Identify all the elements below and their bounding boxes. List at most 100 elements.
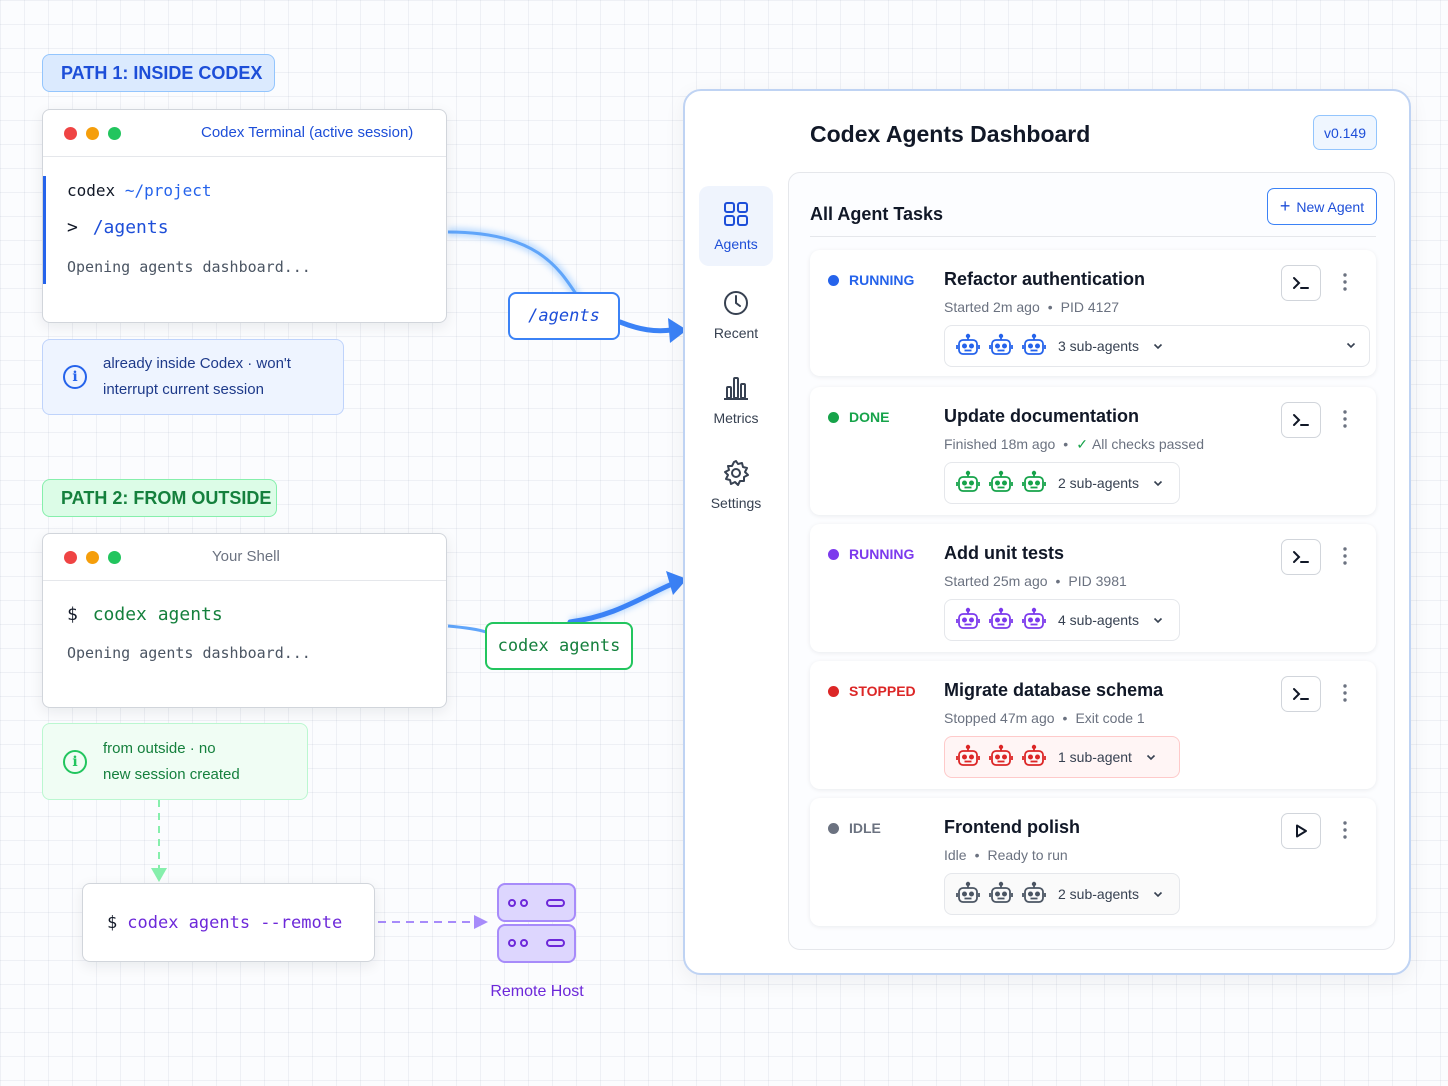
- robot-icon: [956, 881, 980, 903]
- task-meta: Finished 18m ago • ✓ All checks passed: [944, 436, 1204, 453]
- meta-separator: •: [1062, 710, 1068, 726]
- sub-agents-count: 4 sub-agents: [1058, 612, 1139, 628]
- status-text: DONE: [849, 409, 890, 425]
- sub-agents-chevron[interactable]: [1145, 751, 1157, 763]
- terminal-output: Opening agents dashboard...: [67, 258, 311, 276]
- task-meta-time: Started 25m ago: [944, 573, 1048, 589]
- chevron-down-icon[interactable]: [1152, 614, 1164, 626]
- task-card[interactable]: RUNNING Add unit tests Started 25m ago • PID…: [810, 524, 1376, 652]
- open-terminal-button[interactable]: [1281, 402, 1321, 438]
- bar-chart-icon: [724, 377, 748, 400]
- chevron-down-icon[interactable]: [1152, 477, 1164, 489]
- status-text: STOPPED: [849, 683, 916, 699]
- dashboard-title: Codex Agents Dashboard: [810, 121, 1091, 147]
- input-marker: >: [67, 217, 78, 238]
- task-card[interactable]: IDLE Frontend polish Idle • Ready to run 2 su…: [810, 798, 1376, 926]
- minimize-dot[interactable]: [86, 551, 99, 564]
- panel-divider: [810, 236, 1376, 237]
- status-dot: [828, 274, 839, 286]
- expand-chevron[interactable]: [1345, 339, 1357, 351]
- sub-agents-dropdown[interactable]: 2 sub-agents: [944, 462, 1180, 504]
- chevron-down-icon[interactable]: [1145, 751, 1157, 763]
- task-meta: Started 2m ago • PID 4127: [944, 299, 1119, 315]
- clock-icon: [724, 291, 748, 315]
- path1-info-note: i already inside Codex · won't interrupt…: [42, 339, 344, 415]
- task-card[interactable]: RUNNING Refactor authentication Started 2m…: [810, 250, 1376, 376]
- task-name: Add unit tests: [944, 543, 1064, 563]
- open-terminal-button[interactable]: [1281, 265, 1321, 301]
- nav-label: Agents: [714, 236, 758, 252]
- input-command: /agents: [92, 217, 169, 238]
- sub-agents-dropdown[interactable]: 4 sub-agents: [944, 599, 1180, 641]
- sub-agents-dropdown[interactable]: 2 sub-agents: [944, 873, 1180, 915]
- more-options-button[interactable]: [1336, 681, 1354, 705]
- sub-agents-chevron[interactable]: [1152, 888, 1164, 900]
- sub-agents-count: 2 sub-agents: [1058, 886, 1139, 902]
- more-options-button[interactable]: [1336, 544, 1354, 568]
- chevron-down-icon[interactable]: [1152, 888, 1164, 900]
- run-button[interactable]: [1281, 813, 1321, 849]
- chevron-down-icon[interactable]: [1345, 339, 1357, 351]
- sub-agents-dropdown[interactable]: 3 sub-agents: [944, 325, 1370, 367]
- status-badge: RUNNING: [828, 546, 914, 562]
- new-agent-button[interactable]: + New Agent: [1267, 188, 1377, 225]
- meta-separator: •: [1047, 299, 1053, 315]
- maximize-dot[interactable]: [108, 127, 121, 140]
- minimize-dot[interactable]: [86, 127, 99, 140]
- nav-label: Settings: [710, 495, 762, 511]
- info-icon: i: [63, 365, 87, 389]
- robot-icon: [1022, 881, 1046, 903]
- status-dot: [828, 685, 839, 697]
- meta-separator: •: [974, 847, 980, 863]
- status-badge: DONE: [828, 409, 889, 425]
- open-terminal-button[interactable]: [1281, 676, 1321, 712]
- sub-agents-chevron[interactable]: [1152, 614, 1164, 626]
- terminal-command-line: $ codex agents: [67, 604, 223, 625]
- task-name: Frontend polish: [944, 817, 1080, 837]
- terminal-title: Your Shell: [212, 548, 280, 565]
- close-dot[interactable]: [64, 127, 77, 140]
- nav-label: Metrics: [713, 410, 759, 426]
- task-meta-detail: Exit code 1: [1075, 710, 1145, 726]
- chevron-down-icon[interactable]: [1152, 340, 1164, 352]
- terminal-title: Codex Terminal (active session): [201, 124, 414, 141]
- terminal-output: Opening agents dashboard...: [67, 644, 311, 662]
- status-dot: [828, 411, 839, 423]
- terminal-accent-bar: [43, 176, 46, 284]
- task-card[interactable]: DONE Update documentation Finished 18m ago…: [810, 387, 1376, 515]
- note-line-1: from outside · no: [103, 739, 216, 757]
- path2-label: PATH 2: FROM OUTSIDE: [42, 479, 277, 517]
- nav-settings[interactable]: Settings: [699, 445, 773, 525]
- nav-label: Recent: [713, 325, 759, 341]
- nav-metrics[interactable]: Metrics: [699, 360, 773, 440]
- open-terminal-button[interactable]: [1281, 539, 1321, 575]
- close-dot[interactable]: [64, 551, 77, 564]
- sub-agents-dropdown[interactable]: 1 sub-agent: [944, 736, 1180, 778]
- remote-command-box: $ codex agents --remote: [82, 883, 375, 962]
- more-options-button[interactable]: [1336, 818, 1354, 842]
- panel-title: All Agent Tasks: [810, 204, 944, 224]
- more-options-button[interactable]: [1336, 270, 1354, 294]
- more-options-icon: [1343, 547, 1347, 565]
- codex-agents-command-pill: codex agents: [485, 622, 633, 670]
- sub-agents-chevron[interactable]: [1152, 340, 1164, 352]
- more-options-button[interactable]: [1336, 407, 1354, 431]
- new-agent-label: New Agent: [1296, 198, 1365, 215]
- note-text: from outside · no new session created: [103, 736, 240, 788]
- terminal-icon: [1293, 414, 1309, 426]
- task-meta: Started 25m ago • PID 3981: [944, 573, 1127, 589]
- sub-agents-chevron[interactable]: [1152, 477, 1164, 489]
- codex-terminal-window: Codex Terminal (active session) codex ~/…: [42, 109, 447, 323]
- robot-icon: [989, 744, 1013, 766]
- terminal-titlebar: Codex Terminal (active session): [43, 110, 446, 157]
- status-dot: [828, 822, 839, 834]
- robot-icon: [989, 607, 1013, 629]
- nav-recent[interactable]: Recent: [699, 275, 773, 355]
- task-card[interactable]: STOPPED Migrate database schema Stopped 47…: [810, 661, 1376, 789]
- robot-icon: [1022, 744, 1046, 766]
- remote-command: codex agents --remote: [127, 912, 343, 933]
- robot-icon: [989, 333, 1013, 355]
- prompt-directory: ~/project: [124, 181, 212, 200]
- nav-agents[interactable]: Agents: [699, 186, 773, 266]
- maximize-dot[interactable]: [108, 551, 121, 564]
